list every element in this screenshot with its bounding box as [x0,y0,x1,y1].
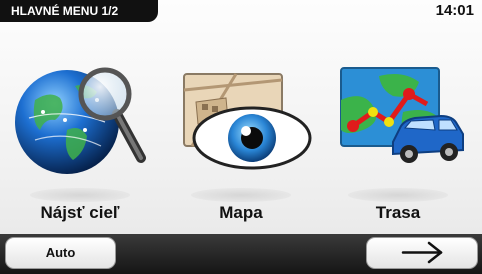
tile-map[interactable]: Mapa [166,60,316,230]
tile-route[interactable]: Trasa [323,60,473,230]
tile-label: Nájsť cieľ [40,203,120,222]
tile-label: Trasa [375,203,421,222]
icon-reflection [348,188,448,202]
menu-title: HLAVNÉ MENU 1/2 [0,0,158,22]
map-eye-icon [183,73,312,170]
route-car-icon [340,67,464,163]
arrow-right-icon [401,241,443,264]
tile-find-destination[interactable]: Nájsť cieľ [5,60,155,230]
next-page-button[interactable] [366,237,478,269]
clock: 14:01 [435,2,474,19]
icon-reflection [30,188,130,202]
globe-search-icon [15,67,146,174]
auto-button[interactable]: Auto [5,237,116,269]
bottom-bar: Auto [0,234,482,274]
tile-label: Mapa [219,203,263,222]
icon-reflection [191,188,291,202]
main-menu-screen: HLAVNÉ MENU 1/2 14:01 Nájsť cieľ Mapa Tr… [0,0,482,274]
